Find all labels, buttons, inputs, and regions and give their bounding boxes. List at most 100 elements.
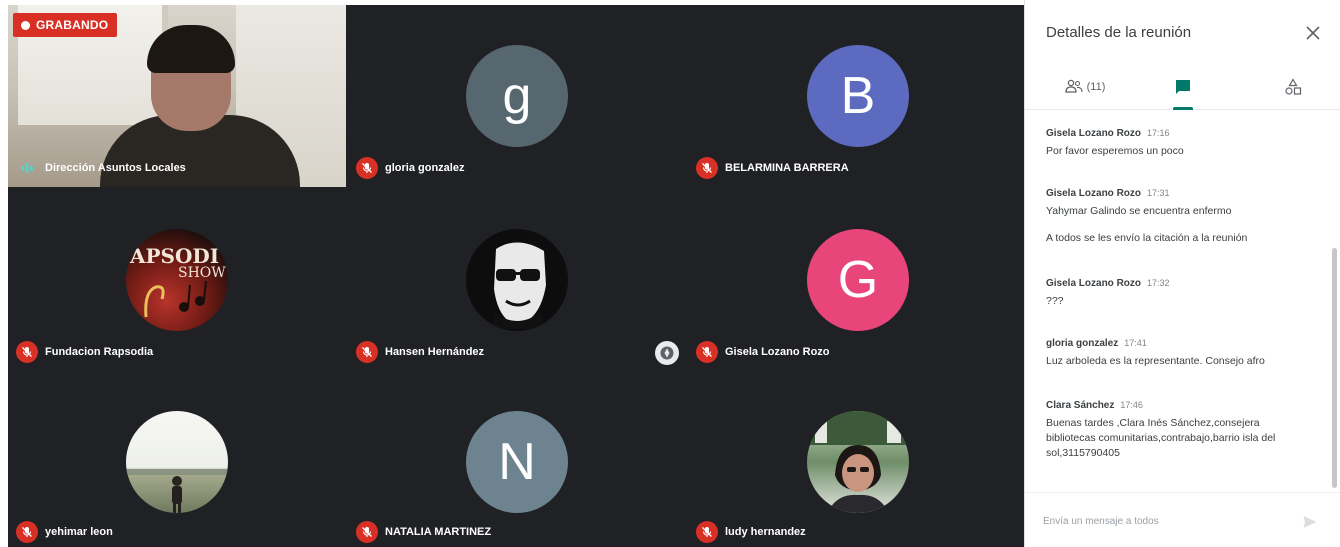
participant-avatar — [466, 229, 568, 331]
message-text: A todos se les envío la citación a la re… — [1046, 232, 1248, 244]
message-composer — [1025, 492, 1340, 547]
participant-name-bar: Dirección Asuntos Locales — [16, 157, 186, 179]
chat-messages: Gisela Lozano Rozo 17:16 Por favor espere… — [1025, 118, 1340, 490]
participant-name-bar: Hansen Hernández — [356, 341, 484, 363]
message-header: Gisela Lozano Rozo 17:32 — [1046, 278, 1321, 289]
send-button[interactable] — [1301, 513, 1319, 531]
participant-tile[interactable]: g gloria gonzalez — [348, 5, 686, 187]
profile-photo-image — [126, 469, 228, 513]
meet-window: GRABANDO Dirección Asuntos Locales g glo… — [0, 0, 1340, 547]
pin-button[interactable] — [655, 341, 679, 365]
message-text: Luz arboleda es la representante. Consej… — [1046, 355, 1265, 367]
message-input[interactable] — [1043, 511, 1283, 531]
chat-message: Gisela Lozano Rozo 17:16 Por favor espere… — [1046, 128, 1321, 159]
participant-name-bar: ludy hernandez — [696, 521, 806, 543]
mic-off-icon — [16, 341, 38, 363]
people-icon — [1064, 79, 1083, 93]
close-icon — [1306, 26, 1320, 40]
meeting-details-panel: Detalles de la reunión (11) Gisela Lozan… — [1024, 0, 1340, 547]
participant-tile[interactable]: N NATALIA MARTINEZ — [348, 373, 686, 547]
profile-photo-image — [807, 411, 909, 513]
message-sender: gloria gonzalez — [1046, 338, 1119, 349]
chat-message: gloria gonzalez 17:41 Luz arboleda es la … — [1046, 338, 1321, 369]
message-sender: Gisela Lozano Rozo — [1046, 188, 1142, 199]
mic-off-icon — [696, 521, 718, 543]
participant-name-bar: Fundacion Rapsodia — [16, 341, 153, 363]
svg-text:SHOW: SHOW — [178, 265, 226, 281]
participant-name-bar: Gisela Lozano Rozo — [696, 341, 830, 363]
message-text: Yahymar Galindo se encuentra enfermo — [1046, 205, 1232, 217]
tab-activities[interactable] — [1265, 64, 1321, 110]
message-text: Buenas tardes ,Clara Inés Sánchez,consej… — [1046, 417, 1276, 459]
participant-avatar: G — [807, 229, 909, 331]
participant-name-bar: BELARMINA BARRERA — [696, 157, 849, 179]
close-button[interactable] — [1300, 20, 1326, 46]
participant-name: Hansen Hernández — [385, 346, 485, 358]
tab-people[interactable]: (11) — [1049, 64, 1121, 110]
participant-avatar — [126, 411, 228, 513]
participant-avatar: B — [807, 45, 909, 147]
participant-name-bar: NATALIA MARTINEZ — [356, 521, 491, 543]
panel-title: Detalles de la reunión — [1046, 24, 1192, 41]
participant-name: Dirección Asuntos Locales — [45, 162, 186, 174]
message-sender: Gisela Lozano Rozo — [1046, 278, 1142, 289]
participant-tile[interactable]: ludy hernandez — [688, 373, 1028, 547]
participant-avatar: APSODI SHOW — [126, 229, 228, 331]
people-count: (11) — [1086, 81, 1106, 93]
participant-tile[interactable]: Hansen Hernández — [348, 189, 686, 371]
shapes-icon — [1285, 78, 1302, 95]
participant-name-bar: yehimar leon — [16, 521, 113, 543]
profile-photo-image — [490, 242, 548, 329]
participant-name: ludy hernandez — [725, 526, 806, 538]
chat-message: Gisela Lozano Rozo 17:32 ??? — [1046, 278, 1321, 309]
participant-tile[interactable]: yehimar leon — [8, 373, 346, 547]
message-sender: Gisela Lozano Rozo — [1046, 128, 1142, 139]
participant-name: NATALIA MARTINEZ — [385, 526, 492, 538]
participant-tile[interactable]: GRABANDO Dirección Asuntos Locales — [8, 5, 346, 187]
panel-tabs: (11) — [1025, 64, 1340, 110]
message-time: 17:16 — [1147, 128, 1170, 138]
participant-tile[interactable]: B BELARMINA BARRERA — [688, 5, 1028, 187]
message-time: 17:46 — [1120, 400, 1143, 410]
mic-off-icon — [356, 521, 378, 543]
participant-name: gloria gonzalez — [385, 162, 465, 174]
mic-off-icon — [16, 521, 38, 543]
recording-dot-icon — [21, 20, 30, 30]
chat-icon — [1176, 80, 1190, 94]
message-header: Gisela Lozano Rozo 17:16 — [1046, 128, 1321, 139]
participant-name: Gisela Lozano Rozo — [725, 346, 830, 358]
participant-name: BELARMINA BARRERA — [725, 162, 849, 174]
mic-off-icon — [696, 341, 718, 363]
pin-icon — [660, 346, 674, 360]
tab-chat[interactable] — [1155, 64, 1211, 110]
recording-label: GRABANDO — [36, 18, 109, 32]
message-header: Clara Sánchez 17:46 — [1046, 400, 1321, 411]
chat-message: Clara Sánchez 17:46 Buenas tardes ,Clara … — [1046, 400, 1321, 461]
participant-name: Fundacion Rapsodia — [45, 346, 154, 358]
message-time: 17:31 — [1147, 188, 1170, 198]
participant-name: yehimar leon — [45, 526, 113, 538]
rapsodia-logo-image: APSODI SHOW — [129, 244, 226, 318]
participant-avatar: g — [466, 45, 568, 147]
recording-badge: GRABANDO — [13, 13, 118, 37]
message-text: Por favor esperemos un poco — [1046, 145, 1184, 157]
mic-off-icon — [356, 157, 378, 179]
chat-scrollbar[interactable] — [1332, 248, 1337, 488]
message-time: 17:32 — [1147, 278, 1170, 288]
message-header: gloria gonzalez 17:41 — [1046, 338, 1321, 349]
participant-avatar — [807, 411, 909, 513]
send-icon — [1303, 516, 1317, 528]
message-sender: Clara Sánchez — [1046, 400, 1115, 411]
participant-tile[interactable]: APSODI SHOW Fundacion Rapsodia — [8, 189, 346, 371]
audio-level-icon — [16, 157, 38, 179]
message-text: ??? — [1046, 295, 1064, 307]
mic-off-icon — [696, 157, 718, 179]
participant-grid: GRABANDO Dirección Asuntos Locales g glo… — [8, 5, 1028, 547]
participant-avatar: N — [466, 411, 568, 513]
message-header: Gisela Lozano Rozo 17:31 — [1046, 188, 1321, 199]
mic-off-icon — [356, 341, 378, 363]
participant-name-bar: gloria gonzalez — [356, 157, 464, 179]
chat-message: Gisela Lozano Rozo 17:31 Yahymar Galindo … — [1046, 188, 1321, 246]
message-time: 17:41 — [1124, 338, 1147, 348]
participant-tile[interactable]: G Gisela Lozano Rozo — [688, 189, 1028, 371]
